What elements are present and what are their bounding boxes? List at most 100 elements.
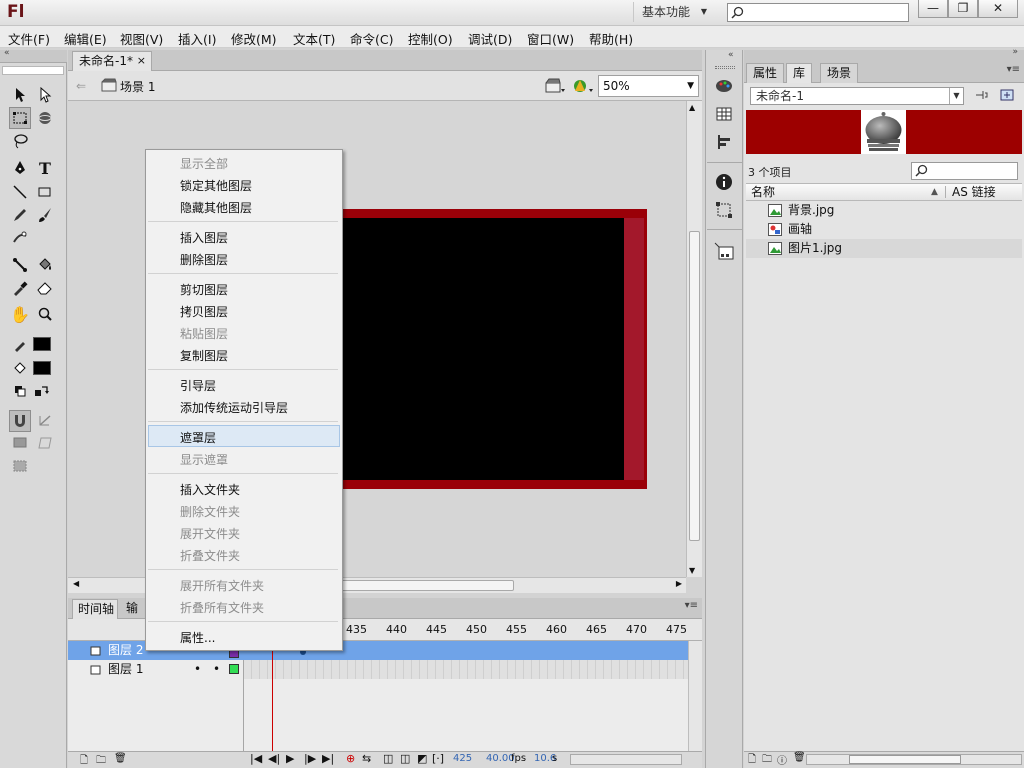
swap-colors-icon[interactable]: [30, 380, 52, 402]
menu-item-guide[interactable]: 引导层: [180, 377, 216, 394]
new-folder-icon[interactable]: 🗀: [96, 753, 106, 768]
new-layer-icon[interactable]: 🗋: [80, 753, 88, 768]
eyedropper-tool[interactable]: [9, 277, 31, 299]
workspace-switcher[interactable]: 基本功能 ▼: [633, 2, 711, 22]
menu-item-hide-others[interactable]: 隐藏其他图层: [180, 199, 252, 216]
vertical-scroll-thumb[interactable]: [689, 231, 700, 541]
lock-dot-icon[interactable]: •: [213, 660, 220, 678]
close-button[interactable]: ✕: [978, 0, 1018, 18]
menu-edit[interactable]: 编辑(E): [64, 29, 107, 48]
components-panel-icon[interactable]: [713, 241, 735, 263]
menu-file[interactable]: 文件(F): [8, 29, 50, 48]
fill-color-swatch[interactable]: [33, 361, 51, 375]
menu-insert[interactable]: 插入(I): [178, 29, 216, 48]
scroll-up-icon[interactable]: ▲: [689, 103, 695, 112]
free-transform-tool[interactable]: [9, 107, 31, 129]
step-forward-icon[interactable]: |▶: [304, 752, 316, 765]
menu-item-cut-layer[interactable]: 剪切图层: [180, 281, 228, 298]
library-search-input[interactable]: [911, 162, 1018, 180]
menu-item-collapse-all-folders[interactable]: 折叠所有文件夹: [180, 599, 264, 616]
color-panel-icon[interactable]: [715, 77, 733, 95]
layer-1-outline-color[interactable]: [229, 664, 239, 674]
modify-markers-icon[interactable]: [·]: [432, 752, 444, 765]
menu-modify[interactable]: 修改(M): [231, 29, 277, 48]
play-icon[interactable]: ▶: [286, 752, 294, 765]
back-arrow-icon[interactable]: ⇐: [76, 79, 86, 93]
collapse-icon[interactable]: «: [728, 50, 734, 60]
menu-help[interactable]: 帮助(H): [589, 29, 633, 48]
stroke-color-swatch[interactable]: [33, 337, 51, 351]
loop-icon[interactable]: ⇆: [362, 752, 371, 765]
library-document-select[interactable]: 未命名-1 ▼: [750, 87, 964, 105]
menu-item-delete-layer[interactable]: 删除图层: [180, 251, 228, 268]
sort-asc-icon[interactable]: ▲: [931, 184, 938, 200]
timeline-h-scrollbar[interactable]: [570, 754, 682, 765]
step-back-icon[interactable]: ◀|: [268, 752, 280, 765]
go-last-frame-icon[interactable]: ▶|: [322, 752, 334, 765]
edit-scene-icon[interactable]: [545, 78, 565, 94]
vertical-scrollbar[interactable]: ▲ ▼: [686, 101, 702, 577]
delete-layer-icon[interactable]: 🗑: [114, 753, 127, 764]
bone-tool[interactable]: [9, 254, 31, 276]
edit-multiple-frames-icon[interactable]: ◩: [417, 752, 427, 765]
info-panel-icon[interactable]: [715, 173, 733, 191]
playhead[interactable]: [272, 641, 273, 751]
paint-bucket-tool[interactable]: [34, 254, 56, 276]
tab-timeline[interactable]: 时间轴: [72, 599, 118, 619]
column-name[interactable]: 名称: [751, 184, 775, 200]
layer-row-1[interactable]: 图层 1 • •: [68, 660, 244, 679]
library-item-selected[interactable]: 图片1.jpg: [746, 239, 1022, 258]
library-item[interactable]: 背景.jpg: [746, 201, 1022, 220]
tab-output[interactable]: 输出: [120, 599, 144, 619]
scale-icon[interactable]: [9, 455, 31, 477]
properties-icon[interactable]: ⓘ: [777, 752, 787, 767]
visibility-dot-icon[interactable]: •: [194, 660, 201, 678]
snap-magnet-icon[interactable]: [9, 410, 31, 432]
menu-item-paste-layer[interactable]: 粘贴图层: [180, 325, 228, 342]
swatches-panel-icon[interactable]: [715, 105, 733, 123]
new-library-panel-icon[interactable]: [999, 88, 1015, 102]
menu-item-properties[interactable]: 属性...: [180, 629, 215, 646]
brush-tool[interactable]: [34, 204, 56, 226]
menu-item-show-masking[interactable]: 显示遮罩: [180, 451, 228, 468]
lasso-tool[interactable]: [9, 130, 31, 152]
current-frame[interactable]: 425: [453, 753, 472, 764]
onion-outline-icon[interactable]: ◫: [400, 752, 410, 765]
3d-rotation-tool[interactable]: [34, 107, 56, 129]
menu-view[interactable]: 视图(V): [120, 29, 163, 48]
scene-label[interactable]: 场景 1: [120, 78, 155, 95]
pin-library-icon[interactable]: [973, 88, 989, 102]
panel-menu-icon[interactable]: ▾≡: [1007, 64, 1020, 75]
edit-symbols-icon[interactable]: [572, 77, 594, 95]
transform-panel-icon[interactable]: [715, 201, 733, 219]
stroke-color-icon[interactable]: [9, 334, 31, 356]
skew-icon[interactable]: [34, 432, 56, 454]
document-tab[interactable]: 未命名-1* ×: [72, 51, 152, 71]
menu-control[interactable]: 控制(O): [408, 29, 453, 48]
delete-icon[interactable]: 🗑: [793, 752, 806, 763]
hand-tool[interactable]: ✋: [9, 303, 31, 325]
minimize-button[interactable]: —: [918, 0, 948, 18]
menu-item-insert-folder[interactable]: 插入文件夹: [180, 481, 240, 498]
menu-item-expand-all-folders[interactable]: 展开所有文件夹: [180, 577, 264, 594]
black-white-icon[interactable]: [9, 380, 31, 402]
rectangle-tool[interactable]: [34, 181, 56, 203]
line-tool[interactable]: [9, 181, 31, 203]
menu-item-expand-folder[interactable]: 展开文件夹: [180, 525, 240, 542]
restore-button[interactable]: ❐: [948, 0, 978, 18]
menu-item-insert-layer[interactable]: 插入图层: [180, 229, 228, 246]
timeline-v-scrollbar[interactable]: [688, 641, 702, 751]
menu-item-duplicate-layer[interactable]: 复制图层: [180, 347, 228, 364]
text-tool[interactable]: T: [34, 157, 56, 179]
pen-tool[interactable]: [9, 157, 31, 179]
menu-commands[interactable]: 命令(C): [350, 29, 393, 48]
column-as-linkage[interactable]: AS 链接: [952, 184, 996, 200]
center-frame-icon[interactable]: ⊕: [346, 752, 355, 765]
menu-item-copy-layer[interactable]: 拷贝图层: [180, 303, 228, 320]
smooth-icon[interactable]: [34, 410, 56, 432]
deco-tool[interactable]: [9, 227, 31, 249]
straighten-icon[interactable]: [9, 432, 31, 454]
tab-scene[interactable]: 场景: [820, 63, 859, 83]
library-item[interactable]: 画轴: [746, 220, 1022, 239]
menu-debug[interactable]: 调试(D): [468, 29, 512, 48]
